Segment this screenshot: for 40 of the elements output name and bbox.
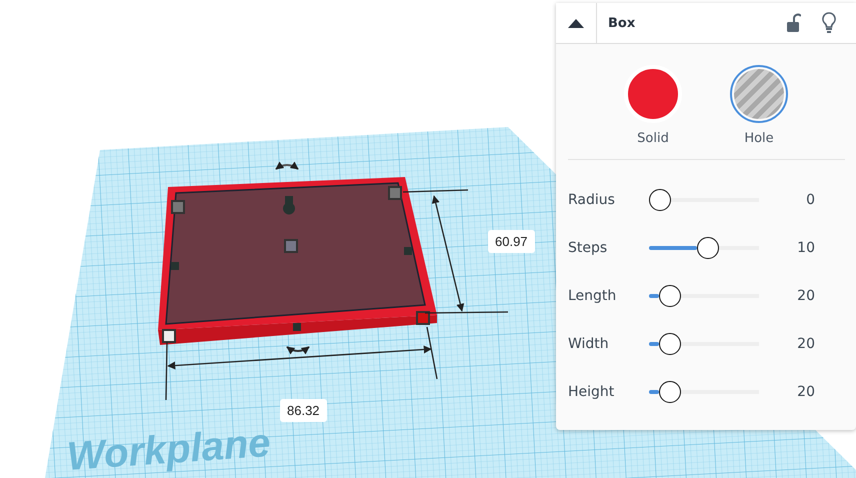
rotate-arrow-icon[interactable] bbox=[275, 162, 299, 170]
edge-handle[interactable] bbox=[404, 247, 412, 255]
param-label: Radius bbox=[568, 192, 616, 208]
param-value: 20 bbox=[796, 384, 815, 400]
edge-handle[interactable] bbox=[293, 323, 301, 331]
param-value: 20 bbox=[796, 288, 815, 304]
param-value: 10 bbox=[796, 240, 815, 256]
param-value: 20 bbox=[796, 336, 815, 352]
resize-handle[interactable] bbox=[416, 311, 430, 325]
padlock-icon[interactable] bbox=[787, 13, 801, 33]
param-label: Steps bbox=[568, 240, 608, 256]
option-label: Solid bbox=[637, 131, 669, 146]
slider-fill bbox=[649, 390, 659, 394]
lift-handle-icon[interactable] bbox=[283, 196, 295, 214]
slider-thumb[interactable] bbox=[658, 333, 681, 355]
shape-title: Box bbox=[607, 16, 636, 30]
center-handle[interactable] bbox=[284, 239, 298, 253]
option-label: Hole bbox=[744, 131, 774, 146]
resize-handle[interactable] bbox=[162, 329, 176, 343]
resize-handle[interactable] bbox=[388, 186, 402, 200]
dimension-label[interactable]: 86.32 bbox=[280, 399, 327, 422]
slider-thumb[interactable] bbox=[649, 189, 671, 211]
caret-icon bbox=[568, 18, 584, 28]
slider-thumb[interactable] bbox=[697, 237, 720, 259]
resize-handle[interactable] bbox=[171, 200, 185, 214]
slider-fill bbox=[649, 246, 698, 250]
param-label: Width bbox=[568, 336, 610, 352]
lightbulb-icon[interactable] bbox=[822, 12, 836, 34]
rotate-arrow-icon[interactable] bbox=[286, 346, 310, 354]
param-label: Height bbox=[568, 384, 616, 400]
slider-thumb[interactable] bbox=[658, 381, 681, 403]
slider-fill bbox=[649, 342, 659, 346]
box-shape-drawing[interactable] bbox=[158, 177, 437, 345]
param-label: Length bbox=[568, 288, 618, 304]
edge-handle[interactable] bbox=[171, 262, 179, 270]
dimension-label[interactable]: 60.97 bbox=[488, 230, 535, 253]
workplane-label: Workplane bbox=[66, 420, 272, 478]
slider-fill bbox=[649, 294, 659, 298]
slider-thumb[interactable] bbox=[658, 285, 681, 307]
param-value: 0 bbox=[805, 192, 815, 208]
